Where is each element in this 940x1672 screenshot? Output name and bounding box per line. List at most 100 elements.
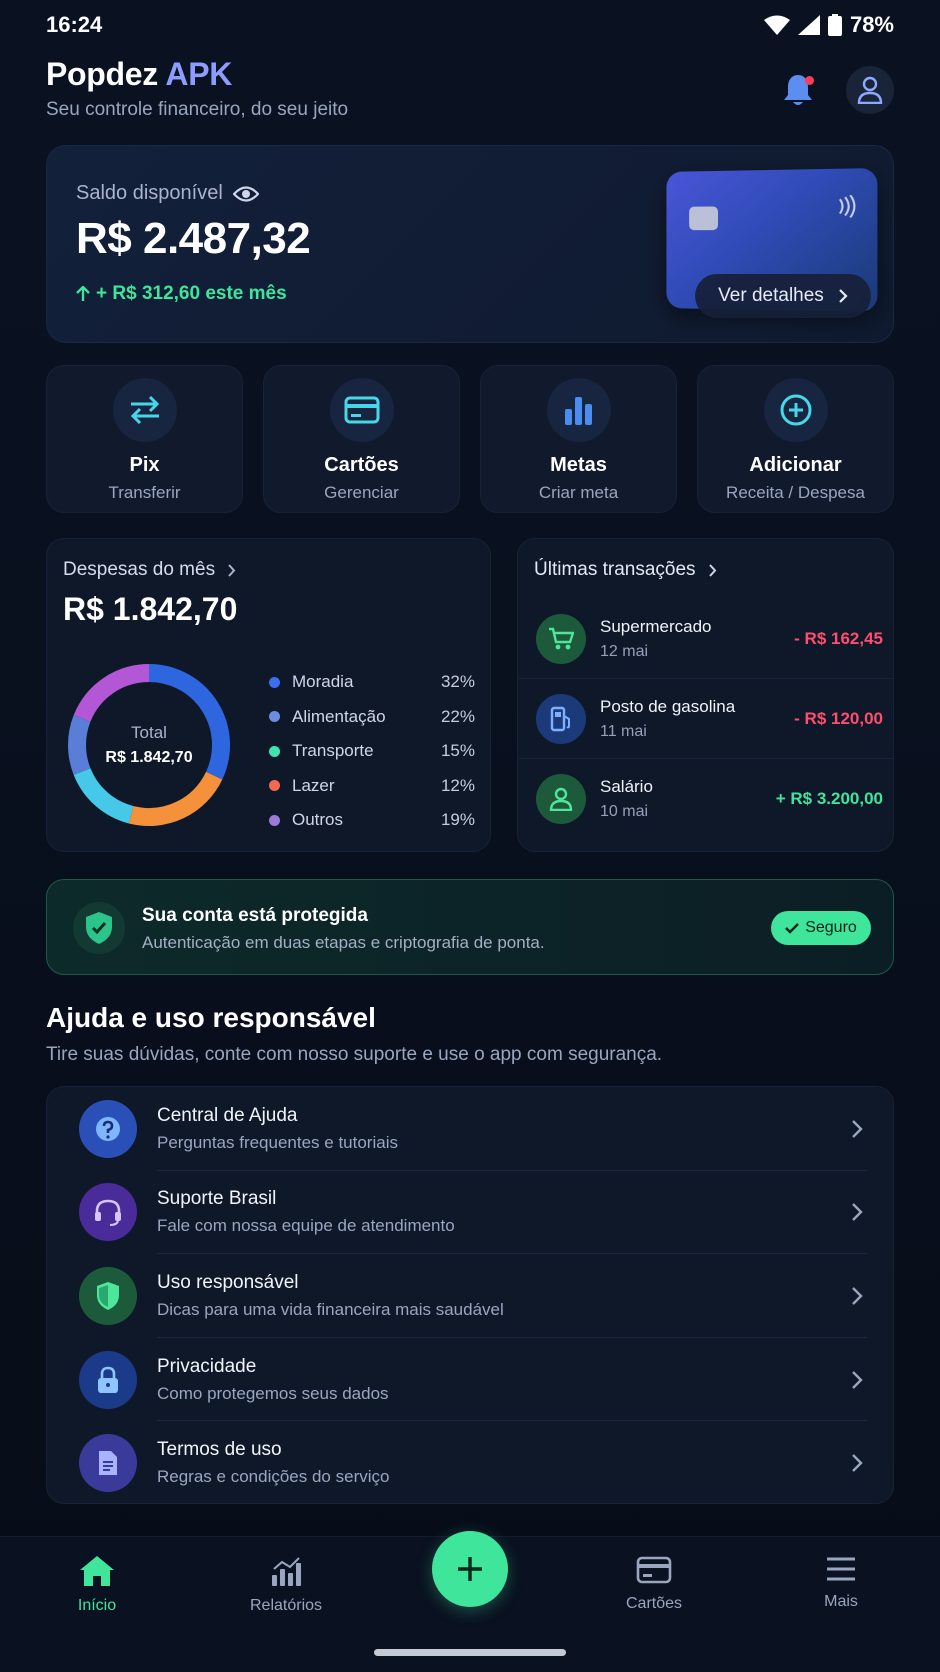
help-section-title: Ajuda e uso responsável: [46, 1002, 376, 1033]
action-cartoes[interactable]: Cartões Gerenciar: [263, 365, 460, 513]
help-item-name: Central de Ajuda: [157, 1104, 298, 1126]
chevron-right-icon: [708, 563, 716, 577]
help-item-central-de-ajuda[interactable]: Central de Ajuda Perguntas frequentes e …: [47, 1087, 893, 1171]
chevron-right-icon: [852, 1454, 863, 1473]
action-pix[interactable]: Pix Transferir: [46, 365, 243, 513]
bottom-navigation: Início Relatórios Cartões Mais: [0, 1531, 940, 1672]
security-banner: Sua conta está protegida Autenticação em…: [46, 879, 894, 975]
help-icon: [79, 1099, 137, 1158]
legend-label: Alimentação: [292, 706, 386, 726]
transaction-info: Supermercado 12 mai: [600, 617, 794, 661]
details-button[interactable]: Ver detalhes: [695, 274, 871, 318]
transaction-info: Salário 10 mai: [600, 777, 776, 821]
app-title-main: Popdez: [46, 56, 158, 92]
help-item-text: Suporte Brasil Fale com nossa equipe de …: [157, 1188, 851, 1236]
home-icon: [80, 1556, 114, 1586]
action-subtitle: Gerenciar: [324, 483, 399, 502]
transaction-date: 11 mai: [600, 722, 647, 740]
balance-value: R$ 2.487,32: [76, 214, 311, 263]
action-adicionar[interactable]: Adicionar Receita / Despesa: [697, 365, 894, 513]
nav-home[interactable]: Início: [37, 1555, 157, 1615]
plus-circle-icon: [763, 378, 828, 442]
menu-icon: [827, 1557, 855, 1581]
legend-percent: 32%: [440, 672, 475, 692]
eye-icon[interactable]: [232, 185, 259, 203]
expenses-title: Despesas do mês: [63, 559, 236, 581]
donut-center: Total R$ 1.842,70: [61, 657, 237, 833]
transactions-title-text: Últimas transações: [534, 559, 696, 580]
chevron-right-icon: [228, 563, 236, 577]
shield-check-icon: [73, 902, 125, 954]
wifi-icon: [763, 15, 790, 35]
transaction-amount: - R$ 162,45: [794, 628, 883, 648]
chevron-right-icon: [852, 1370, 863, 1389]
help-item-description: Regras e condições do serviço: [157, 1467, 390, 1487]
nav-cards[interactable]: Cartões: [594, 1555, 714, 1613]
notification-dot: [805, 76, 814, 85]
help-item-suporte-brasil[interactable]: Suporte Brasil Fale com nossa equipe de …: [47, 1171, 893, 1255]
help-item-privacidade[interactable]: Privacidade Como protegemos seus dados: [47, 1338, 893, 1422]
security-subtitle: Autenticação em duas etapas e criptograf…: [142, 933, 545, 952]
help-item-description: Dicas para uma vida financeira mais saud…: [157, 1299, 504, 1319]
transaction-amount: - R$ 120,00: [794, 708, 883, 728]
transaction-name: Salário: [600, 777, 653, 796]
chevron-right-icon: [852, 1287, 863, 1305]
transaction-date: 12 mai: [600, 642, 649, 660]
legend-percent: 19%: [440, 810, 475, 830]
help-item-text: Central de Ajuda Perguntas frequentes e …: [157, 1105, 851, 1153]
action-title: Cartões: [324, 454, 399, 476]
legend-dot: [269, 711, 280, 723]
help-item-description: Como protegemos seus dados: [157, 1383, 389, 1403]
balance-card: Saldo disponível R$ 2.487,32 + R$ 312,60…: [46, 145, 894, 343]
nav-reports[interactable]: Relatórios: [226, 1555, 346, 1615]
chevron-right-icon: [852, 1119, 863, 1138]
header-actions: [776, 66, 894, 114]
help-item-name: Uso responsável: [157, 1271, 299, 1293]
help-section-subtitle: Tire suas dúvidas, conte com nosso supor…: [46, 1044, 663, 1065]
chevron-right-icon: [839, 289, 848, 303]
nav-more[interactable]: Mais: [781, 1555, 901, 1611]
transaction-date: 10 mai: [600, 803, 649, 820]
help-item-uso-responsavel[interactable]: Uso responsável Dicas para uma vida fina…: [47, 1254, 893, 1338]
app-header: Popdez APK Seu controle financeiro, do s…: [46, 56, 894, 126]
legend-label: Transporte: [292, 741, 374, 761]
app-screen: 16:24 78% Popdez APK Seu controle financ…: [0, 0, 940, 1672]
profile-button[interactable]: [846, 66, 894, 114]
balance-label-text: Saldo disponível: [76, 182, 223, 204]
transactions-card: Últimas transações Supermercado 12 mai -…: [517, 538, 894, 852]
expenses-card[interactable]: Despesas do mês R$ 1.842,70 Total R$ 1.8…: [46, 538, 491, 852]
help-item-termos-de-uso[interactable]: Termos de uso Regras e condições do serv…: [47, 1421, 893, 1505]
transaction-item[interactable]: Salário 10 mai + R$ 3.200,00: [518, 759, 893, 839]
plus-icon: [458, 1557, 482, 1581]
expenses-legend: Moradia 32% Alimentação 22% Transporte 15% Laz…: [269, 665, 475, 838]
legend-label: Lazer: [292, 775, 335, 795]
battery-icon: [827, 14, 842, 36]
help-item-text: Termos de uso Regras e condições do serv…: [157, 1439, 851, 1487]
legend-item: Moradia 32%: [269, 665, 475, 700]
notifications-button[interactable]: [776, 68, 820, 112]
secure-badge-label: Seguro: [805, 919, 857, 936]
transaction-amount: + R$ 3.200,00: [775, 789, 883, 808]
action-title: Adicionar: [749, 454, 842, 476]
status-icons: 78%: [763, 12, 894, 38]
status-bar: 16:24 78%: [46, 10, 894, 40]
transaction-item[interactable]: Supermercado 12 mai - R$ 162,45: [518, 599, 893, 679]
secure-badge: Seguro: [771, 911, 871, 945]
help-item-name: Suporte Brasil: [157, 1188, 277, 1210]
action-subtitle: Criar meta: [538, 483, 619, 502]
legend-dot: [269, 745, 280, 757]
transactions-title[interactable]: Últimas transações: [534, 559, 717, 581]
help-item-name: Privacidade: [157, 1355, 257, 1377]
nav-home-label: Início: [77, 1597, 117, 1614]
action-metas[interactable]: Metas Criar meta: [480, 365, 677, 513]
help-item-text: Privacidade Como protegemos seus dados: [157, 1356, 851, 1404]
signal-icon: [797, 15, 820, 35]
reports-icon: [272, 1557, 301, 1586]
transaction-item[interactable]: Posto de gasolina 11 mai - R$ 120,00: [518, 679, 893, 759]
add-transaction-button[interactable]: [432, 1531, 508, 1607]
help-item-text: Uso responsável Dicas para uma vida fina…: [157, 1272, 851, 1320]
cart-icon: [536, 613, 586, 664]
legend-label: Outros: [292, 810, 344, 830]
transfer-icon: [112, 378, 177, 442]
legend-percent: 15%: [440, 741, 475, 761]
